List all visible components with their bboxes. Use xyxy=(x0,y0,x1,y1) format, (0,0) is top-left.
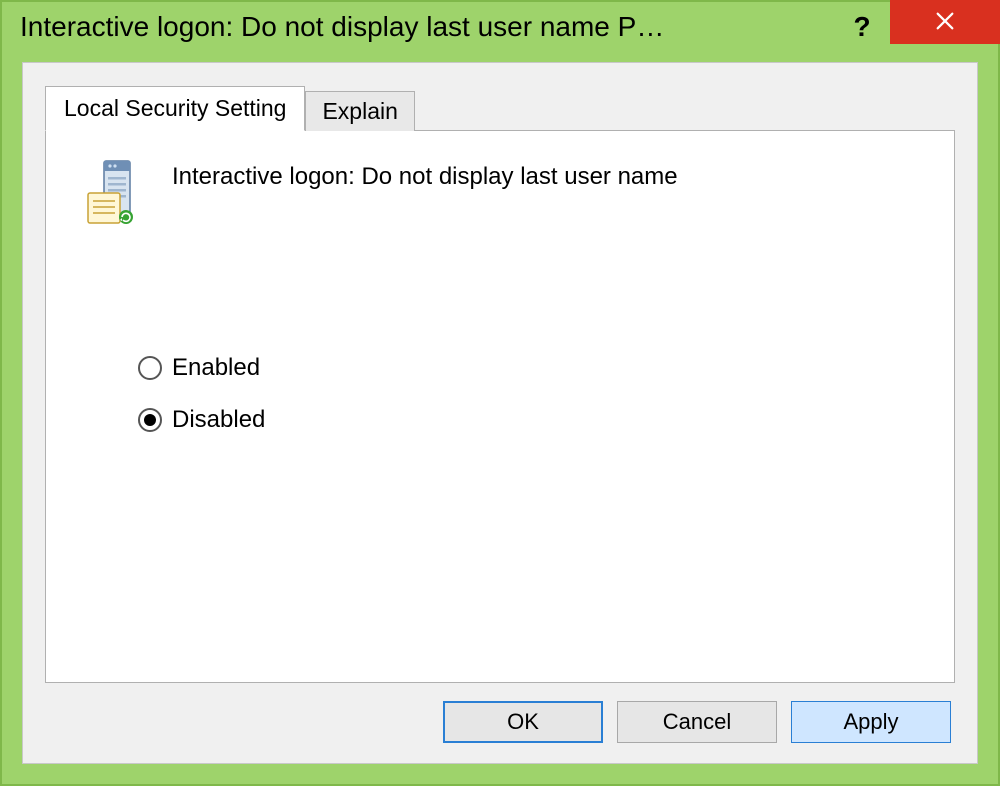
button-label: Apply xyxy=(843,709,898,735)
radio-group: Enabled Disabled xyxy=(138,354,918,434)
tabpanel-local: Interactive logon: Do not display last u… xyxy=(45,130,955,683)
tab-explain[interactable]: Explain xyxy=(305,91,414,131)
title-controls: ? xyxy=(834,2,998,52)
policy-icon xyxy=(82,159,144,234)
window-title: Interactive logon: Do not display last u… xyxy=(20,11,834,43)
client-area: Local Security Setting Explain xyxy=(22,62,978,764)
tabstrip: Local Security Setting Explain xyxy=(45,85,955,130)
apply-button[interactable]: Apply xyxy=(791,701,951,743)
titlebar: Interactive logon: Do not display last u… xyxy=(2,2,998,52)
ok-button[interactable]: OK xyxy=(443,701,603,743)
radio-label: Disabled xyxy=(172,406,265,434)
button-label: Cancel xyxy=(663,709,731,735)
close-icon xyxy=(934,10,956,35)
radio-enabled[interactable]: Enabled xyxy=(138,354,918,382)
help-button[interactable]: ? xyxy=(834,2,890,52)
close-button[interactable] xyxy=(890,0,1000,44)
tabs-container: Local Security Setting Explain xyxy=(45,85,955,683)
button-label: OK xyxy=(507,709,539,735)
tab-label: Local Security Setting xyxy=(64,95,286,121)
tab-local-security-setting[interactable]: Local Security Setting xyxy=(45,86,305,131)
policy-name: Interactive logon: Do not display last u… xyxy=(172,159,678,191)
help-icon: ? xyxy=(853,11,870,43)
radio-disabled[interactable]: Disabled xyxy=(138,406,918,434)
radio-icon xyxy=(138,356,162,380)
properties-window: Interactive logon: Do not display last u… xyxy=(0,0,1000,786)
cancel-button[interactable]: Cancel xyxy=(617,701,777,743)
radio-icon xyxy=(138,408,162,432)
radio-label: Enabled xyxy=(172,354,260,382)
dialog-buttons: OK Cancel Apply xyxy=(443,701,951,743)
policy-header: Interactive logon: Do not display last u… xyxy=(82,159,918,234)
tab-label: Explain xyxy=(322,98,397,124)
